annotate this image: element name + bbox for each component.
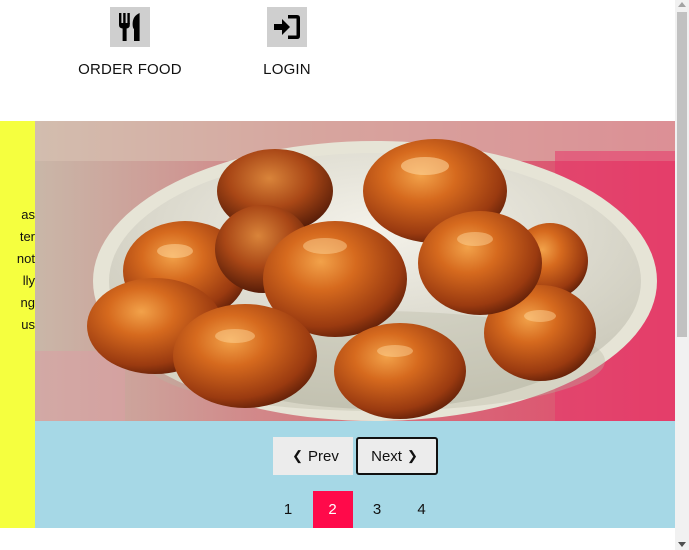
scrollbar-thumb[interactable] (677, 12, 687, 337)
login-link[interactable]: LOGIN (237, 7, 337, 78)
scroll-up-arrow-icon[interactable] (678, 2, 686, 7)
order-food-link[interactable]: ORDER FOOD (70, 7, 190, 78)
slide-text-line: not (16, 251, 35, 266)
page-link-4[interactable]: 4 (402, 491, 442, 528)
slide-text-line: ter (19, 229, 35, 244)
prev-button-label: Prev (308, 447, 339, 465)
page-link-2-active[interactable]: 2 (312, 491, 353, 528)
slide-text-line: us (21, 317, 35, 332)
page-link-1[interactable]: 1 (268, 491, 308, 528)
next-button-label: Next (371, 447, 402, 465)
order-food-label: ORDER FOOD (78, 61, 182, 78)
slide-text: as ter not lly ng us (17, 204, 35, 336)
slide-text-line: ng (20, 295, 35, 310)
page: ORDER FOOD LOGIN as ter not lly ng us ❮ … (0, 0, 689, 550)
slide-text-line: lly (22, 273, 35, 288)
login-label: LOGIN (263, 61, 311, 78)
slide-text-line: as (21, 207, 35, 222)
page-link-3[interactable]: 3 (357, 491, 397, 528)
slide-image (35, 121, 675, 421)
pagination: 1 2 3 4 (268, 491, 446, 528)
sign-in-icon[interactable] (267, 7, 307, 47)
next-button[interactable]: Next ❯ (356, 437, 438, 475)
prev-button[interactable]: ❮ Prev (273, 437, 353, 475)
vertical-scrollbar[interactable] (675, 0, 689, 550)
chevron-right-icon: ❯ (406, 448, 418, 463)
slide-text-panel: as ter not lly ng us (0, 121, 35, 528)
fork-knife-icon[interactable] (110, 7, 150, 47)
scroll-down-arrow-icon[interactable] (678, 542, 686, 547)
slideshow-controls: ❮ Prev Next ❯ 1 2 3 4 (35, 421, 675, 528)
chevron-left-icon: ❮ (292, 448, 304, 463)
